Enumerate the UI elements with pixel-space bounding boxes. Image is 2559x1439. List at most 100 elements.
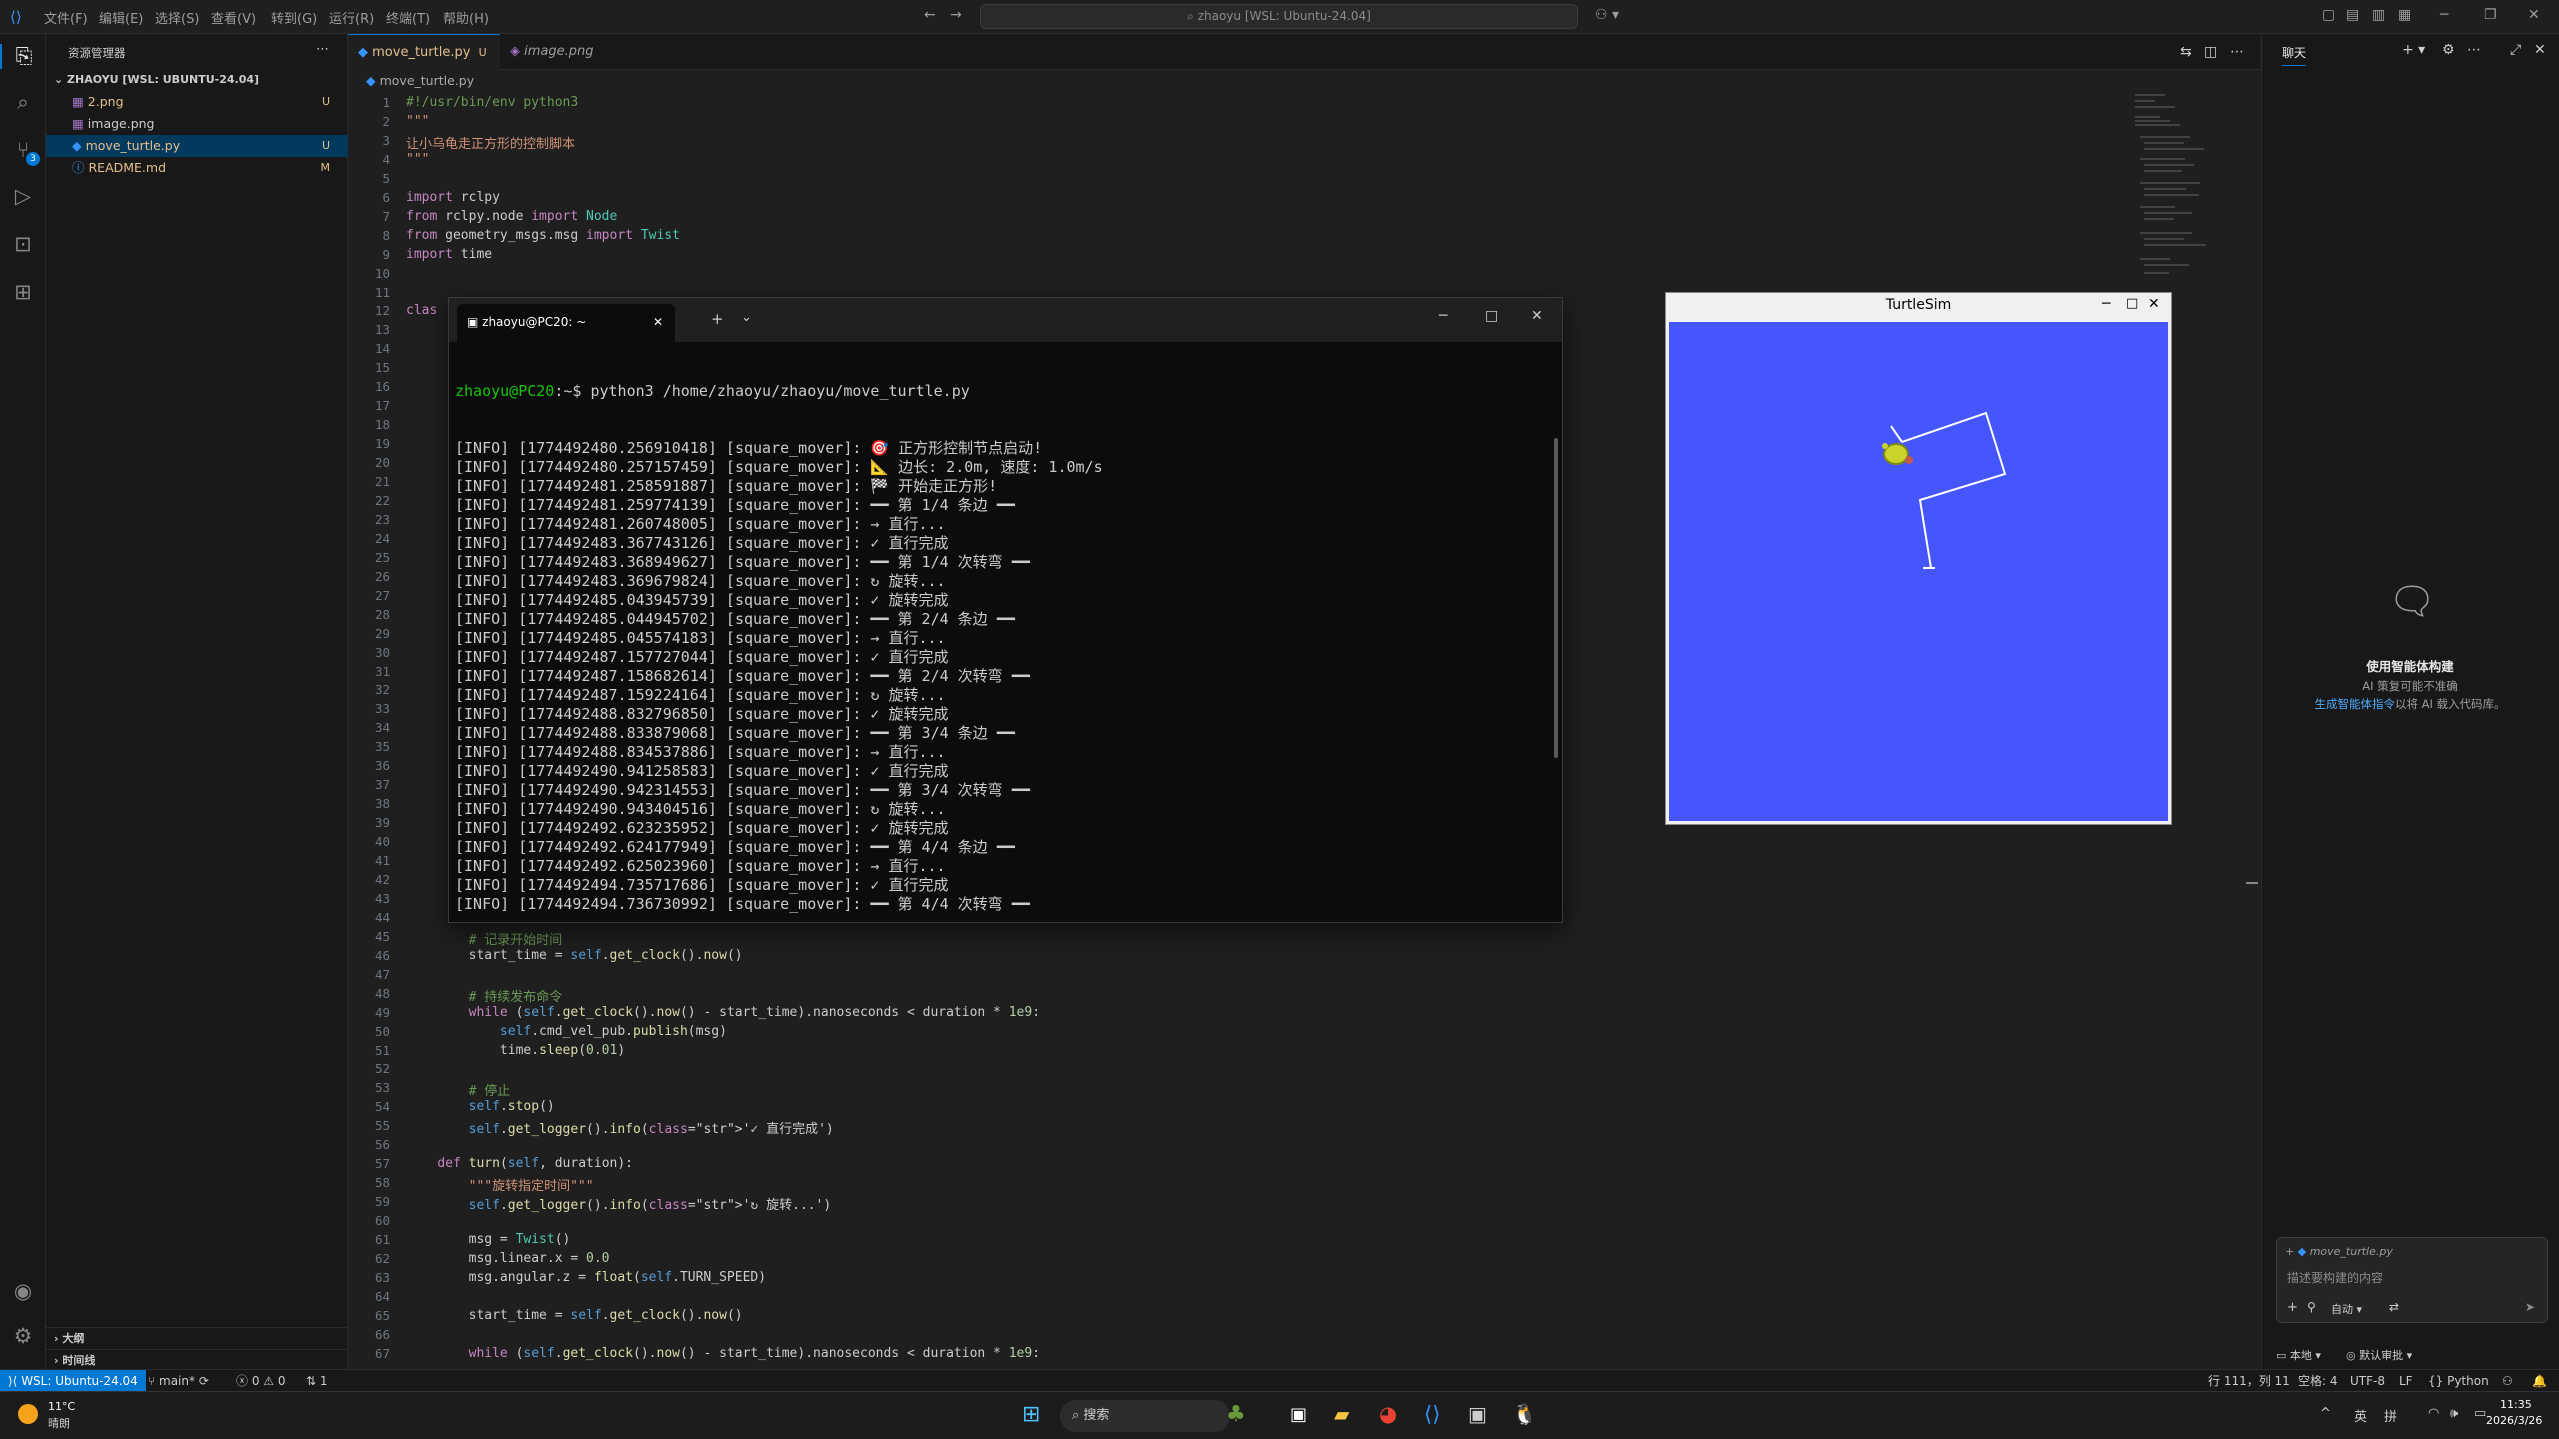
extensions-icon[interactable]: ⊞ (0, 280, 46, 304)
forward-arrow-icon[interactable]: → (950, 7, 962, 23)
more-actions-icon[interactable]: ⋯ (316, 42, 329, 57)
menu-item[interactable]: 查看(V) (211, 8, 256, 27)
cursor-position[interactable]: 行 111，列 11 (2208, 1370, 2290, 1392)
new-tab-icon[interactable]: + (711, 310, 724, 328)
file-item[interactable]: ▦ image.png (46, 113, 348, 135)
widgets-icon[interactable]: ♣ (1226, 1402, 1246, 1427)
tray-chevron-icon[interactable]: ^ (2320, 1406, 2331, 1421)
close-window-icon[interactable]: ✕ (2528, 7, 2540, 23)
split-editor-icon[interactable]: ◫ (2204, 44, 2217, 60)
ports-indicator[interactable]: ⇅ 1 (306, 1370, 328, 1392)
customize-layout-icon[interactable]: ▦ (2398, 7, 2411, 23)
run-debug-icon[interactable]: ▷ (0, 184, 46, 208)
minimize-icon[interactable]: ─ (2440, 7, 2448, 23)
menu-item[interactable]: 转到(G) (271, 8, 317, 27)
file-item[interactable]: ◆ move_turtle.py U (46, 135, 348, 157)
encoding[interactable]: UTF-8 (2350, 1370, 2385, 1392)
chat-input-box[interactable]: + ◆ move_turtle.py 描述要构建的内容 + ⚲ 自动 ▾ ⇄ ➤ (2276, 1237, 2548, 1323)
settings-gear-icon[interactable]: ⚙ (0, 1324, 46, 1348)
menu-item[interactable]: 文件(F) (44, 8, 88, 27)
terminal-app-icon[interactable]: ▣ (1468, 1402, 1487, 1426)
new-chat-icon[interactable]: + ▾ (2402, 42, 2425, 58)
close-window-icon[interactable]: ✕ (2148, 296, 2160, 312)
battery-icon[interactable]: ▭ (2474, 1406, 2486, 1421)
remote-explorer-icon[interactable]: ⊡ (0, 232, 46, 256)
git-branch[interactable]: ⑂ main* ⟳ (148, 1370, 209, 1392)
task-view-icon[interactable]: ▣ (1290, 1404, 1307, 1425)
clock-time[interactable]: 11:35 (2500, 1398, 2532, 1411)
chat-footer-local[interactable]: ▭ 本地 ▾ (2276, 1347, 2321, 1363)
problems-indicator[interactable]: ⓧ 0 ⚠ 0 (236, 1370, 286, 1392)
chat-input[interactable]: 描述要构建的内容 (2287, 1269, 2383, 1286)
tab-move-turtle[interactable]: ◆ move_turtle.py U ✕ (348, 34, 500, 96)
volume-icon[interactable]: 🕪 (2450, 1406, 2458, 1421)
source-control-icon[interactable]: ⑂ 3 (0, 138, 46, 166)
minimap[interactable] (2130, 92, 2230, 302)
maximize-icon[interactable]: □ (1485, 308, 1498, 324)
copilot-icon[interactable]: ⚇ ▾ (1595, 7, 1619, 23)
restore-icon[interactable]: ❐ (2484, 7, 2497, 23)
file-explorer-icon[interactable]: ▰ (1334, 1402, 1349, 1426)
compare-changes-icon[interactable]: ⇆ (2180, 44, 2192, 60)
chat-footer-approval[interactable]: ◎ 默认审批 ▾ (2346, 1347, 2412, 1363)
copilot-status-icon[interactable]: ⚇ (2502, 1370, 2513, 1392)
more-actions-icon[interactable]: ⋯ (2230, 44, 2244, 60)
vscode-icon[interactable]: ⟨⟩ (1424, 1402, 1440, 1426)
tools-icon[interactable]: ⚲ (2307, 1300, 2316, 1314)
ime-mode-pinyin[interactable]: 拼 (2384, 1406, 2397, 1425)
taskbar-search[interactable]: ⌕ 搜索 (1060, 1400, 1230, 1432)
outline-section[interactable]: › 大纲 (46, 1327, 348, 1349)
close-window-icon[interactable]: ✕ (1531, 308, 1543, 324)
menu-item[interactable]: 选择(S) (155, 8, 199, 27)
toggle-secondary-sidebar-icon[interactable]: ▥ (2372, 7, 2385, 23)
windows-start-icon[interactable]: ⊞ (1022, 1402, 1040, 1427)
command-center-search[interactable]: ⌕ zhaoyu [WSL: Ubuntu-24.04] (980, 4, 1578, 29)
terminal-scrollbar[interactable] (1554, 438, 1558, 758)
menu-item[interactable]: 运行(R) (329, 8, 374, 27)
search-icon[interactable]: ⌕ (0, 90, 46, 115)
workspace-root[interactable]: ⌄ ZHAOYU [WSL: UBUNTU-24.04] (46, 69, 348, 91)
settings-gear-icon[interactable]: ⚙ (2442, 42, 2455, 58)
breadcrumb[interactable]: ◆ move_turtle.py (348, 70, 2260, 92)
branch-label: main* (159, 1374, 195, 1388)
mode-dropdown[interactable]: 自动 ▾ (2331, 1301, 2362, 1317)
indentation[interactable]: 空格: 4 (2298, 1370, 2338, 1392)
close-panel-icon[interactable]: ✕ (2534, 42, 2546, 58)
menu-item[interactable]: 帮助(H) (443, 8, 489, 27)
context-chip[interactable]: + ◆ move_turtle.py (2285, 1245, 2393, 1258)
timeline-section[interactable]: › 时间线 (46, 1349, 348, 1371)
close-tab-icon[interactable]: ✕ (653, 304, 663, 340)
add-context-icon[interactable]: + (2287, 1300, 2298, 1315)
back-arrow-icon[interactable]: ← (924, 7, 936, 23)
terminal-output[interactable]: zhaoyu@PC20:~$ python3 /home/zhaoyu/zhao… (455, 344, 1545, 914)
menu-item[interactable]: 终端(T) (386, 8, 430, 27)
toggle-panel-icon[interactable]: ▤ (2346, 7, 2359, 23)
minimize-icon[interactable]: ─ (1439, 308, 1447, 324)
explorer-icon[interactable]: ⎘ (0, 44, 46, 69)
chat-tab[interactable]: 聊天 (2282, 44, 2307, 66)
model-picker-icon[interactable]: ⇄ (2389, 1300, 2399, 1314)
maximize-icon[interactable]: ⤢ (2510, 42, 2521, 58)
linux-tux-icon[interactable]: 🐧 (1512, 1402, 1537, 1426)
language-mode[interactable]: {} Python (2428, 1370, 2489, 1392)
menu-item[interactable]: 编辑(E) (99, 8, 143, 27)
terminal-tab[interactable]: ▣ zhaoyu@PC20: ~ ✕ (457, 304, 675, 342)
ime-mode-en[interactable]: 英 (2354, 1406, 2367, 1425)
line-ending[interactable]: LF (2399, 1370, 2413, 1392)
tab-image[interactable]: ◈ image.png (500, 34, 624, 70)
maximize-icon[interactable]: □ (2126, 296, 2138, 311)
send-icon[interactable]: ➤ (2525, 1300, 2535, 1314)
clock-date[interactable]: 2026/3/26 (2486, 1414, 2542, 1427)
file-item[interactable]: ⓘ README.md M (46, 157, 348, 179)
wifi-icon[interactable]: ◠ (2428, 1406, 2439, 1421)
generate-instructions-link[interactable]: 生成智能体指令 (2314, 697, 2395, 711)
more-actions-icon[interactable]: ⋯ (2467, 42, 2481, 58)
tab-dropdown-icon[interactable]: ⌄ (741, 310, 752, 325)
toggle-sidebar-icon[interactable]: ▢ (2322, 7, 2335, 23)
chrome-icon[interactable]: ◕ (1379, 1402, 1397, 1426)
minimize-icon[interactable]: ─ (2102, 296, 2110, 312)
remote-indicator[interactable]: ⟩⟨ WSL: Ubuntu-24.04 (0, 1370, 146, 1391)
file-item[interactable]: ▦ 2.png U (46, 91, 348, 113)
account-icon[interactable]: ◉ (0, 1279, 46, 1303)
notifications-icon[interactable]: 🔔 (2532, 1370, 2547, 1392)
